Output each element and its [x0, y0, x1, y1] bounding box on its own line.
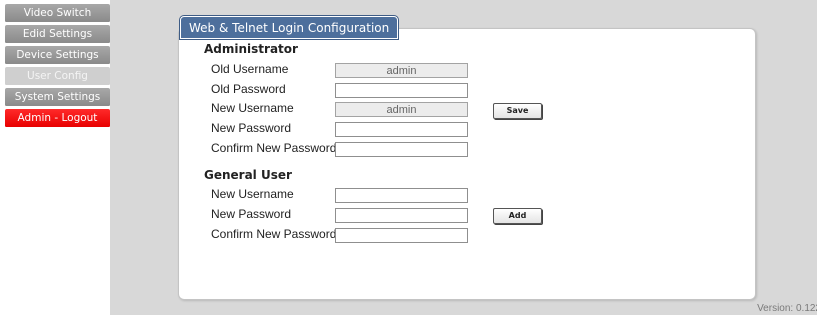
- admin-old-username-label: Old Username: [211, 62, 289, 76]
- admin-new-username-label: New Username: [211, 101, 294, 115]
- nav-video-switch[interactable]: Video Switch: [5, 4, 110, 23]
- admin-new-password-field[interactable]: [335, 122, 468, 137]
- general-new-password-label: New Password: [211, 207, 292, 221]
- content-area: Web & Telnet Login Configuration Adminis…: [110, 0, 817, 315]
- admin-old-password-field[interactable]: [335, 83, 468, 98]
- general-confirm-password-field[interactable]: [335, 228, 468, 243]
- nav-user-config[interactable]: User Config: [5, 67, 110, 86]
- nav-system-settings[interactable]: System Settings: [5, 88, 110, 107]
- nav-edid-settings[interactable]: Edid Settings: [5, 25, 110, 44]
- admin-section-heading: Administrator: [204, 42, 298, 56]
- admin-new-username-field[interactable]: [335, 102, 468, 117]
- admin-old-username-field[interactable]: [335, 63, 468, 78]
- nav-admin-logout[interactable]: Admin - Logout: [5, 109, 110, 128]
- admin-confirm-password-label: Confirm New Password: [211, 141, 337, 155]
- general-user-section-heading: General User: [204, 168, 292, 182]
- admin-old-password-label: Old Password: [211, 82, 286, 96]
- nav-device-settings[interactable]: Device Settings: [5, 46, 110, 65]
- admin-confirm-password-field[interactable]: [335, 142, 468, 157]
- admin-new-password-label: New Password: [211, 121, 292, 135]
- general-confirm-password-label: Confirm New Password: [211, 227, 337, 241]
- general-new-username-label: New Username: [211, 187, 294, 201]
- sidebar-nav: Video Switch Edid Settings Device Settin…: [0, 0, 110, 315]
- general-new-username-field[interactable]: [335, 188, 468, 203]
- version-label: Version: 0.122: [757, 303, 817, 314]
- general-new-password-field[interactable]: [335, 208, 468, 223]
- save-button[interactable]: Save: [493, 103, 542, 119]
- panel-title: Web & Telnet Login Configuration: [180, 16, 399, 39]
- add-button[interactable]: Add: [493, 208, 542, 224]
